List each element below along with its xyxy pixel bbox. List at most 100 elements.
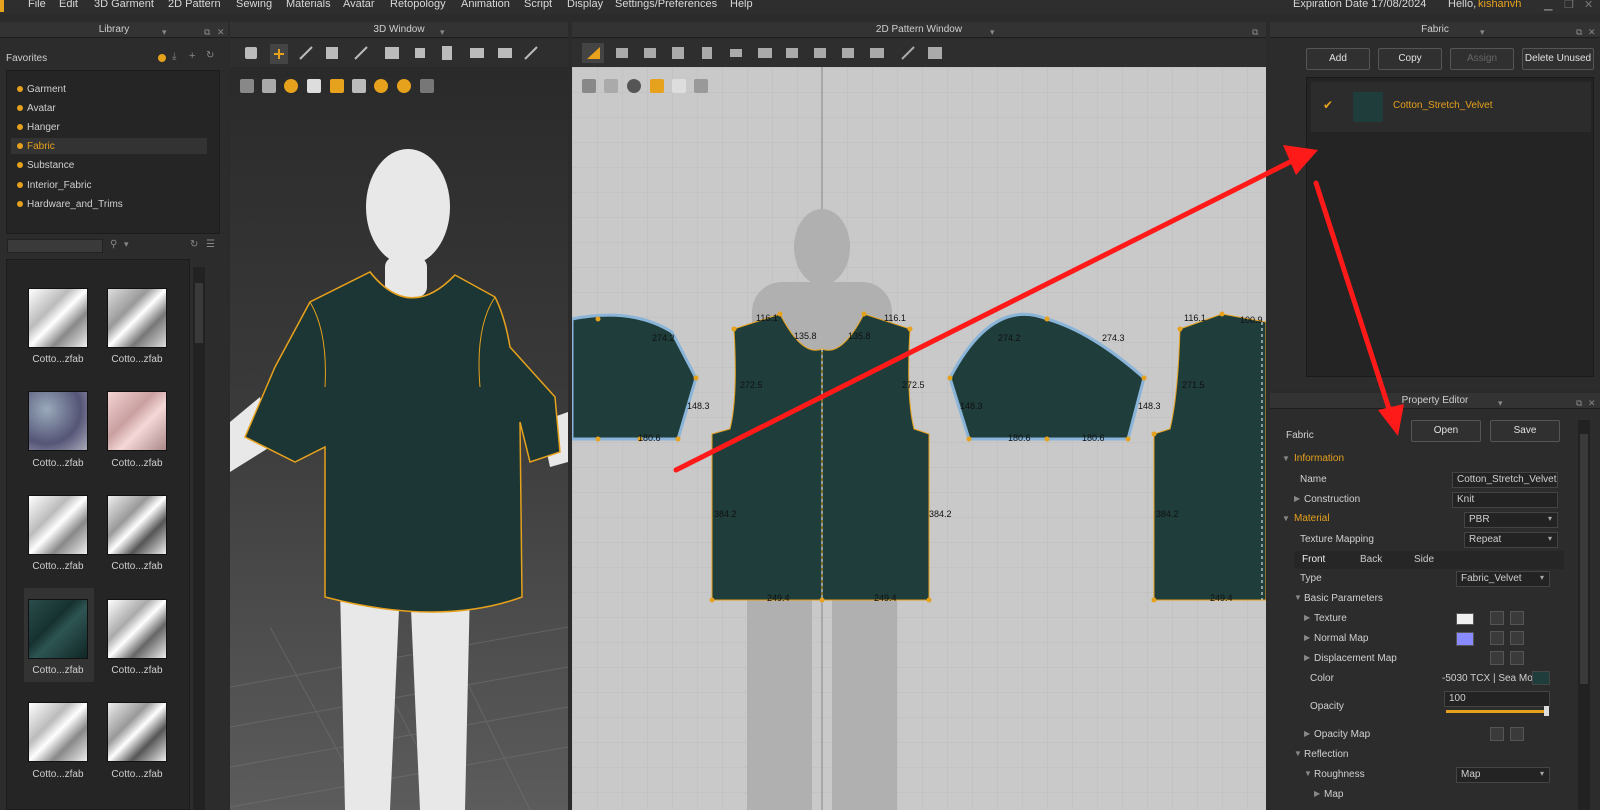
search-options-icon[interactable]: ▾ bbox=[124, 239, 129, 250]
copy-button[interactable]: Copy bbox=[1378, 48, 1442, 70]
restore-icon[interactable]: ❐ bbox=[1564, 0, 1574, 11]
menu-sewing[interactable]: Sewing bbox=[236, 0, 272, 10]
library-dropdown-icon[interactable]: ▾ bbox=[162, 24, 167, 40]
tree-item-fabric[interactable]: Fabric bbox=[17, 141, 55, 152]
expand-icon[interactable]: ▶ bbox=[1304, 613, 1310, 622]
fabric-float-icon[interactable]: ⧉ bbox=[1576, 24, 1582, 40]
tree-item-hardware[interactable]: Hardware_and_Trims bbox=[17, 199, 123, 210]
fabric-thumbnail[interactable] bbox=[28, 495, 88, 555]
texture-swatch[interactable] bbox=[1456, 613, 1474, 625]
expand-icon[interactable]: ▶ bbox=[1304, 633, 1310, 642]
fabric-list-item[interactable]: ✔ Cotton_Stretch_Velvet bbox=[1311, 82, 1591, 132]
tab-back[interactable]: Back bbox=[1360, 554, 1382, 565]
fabric-thumbnail[interactable] bbox=[28, 288, 88, 348]
color-swatch[interactable] bbox=[1532, 671, 1550, 685]
library-search-input[interactable] bbox=[7, 239, 103, 253]
fabric-thumbnail[interactable] bbox=[28, 702, 88, 762]
property-dropdown-icon[interactable]: ▾ bbox=[1498, 395, 1503, 411]
tab-side[interactable]: Side bbox=[1414, 554, 1434, 565]
scrollbar-thumb[interactable] bbox=[1580, 434, 1588, 684]
open-button[interactable]: Open bbox=[1411, 420, 1481, 442]
menu-edit[interactable]: Edit bbox=[59, 0, 78, 10]
trash-icon[interactable] bbox=[1510, 631, 1524, 645]
menu-script[interactable]: Script bbox=[524, 0, 552, 10]
tree-item-substance[interactable]: Substance bbox=[17, 160, 74, 171]
material-select[interactable]: PBR bbox=[1464, 512, 1558, 528]
name-field[interactable]: Cotton_Stretch_Velvet bbox=[1452, 472, 1558, 488]
trash-icon[interactable] bbox=[1510, 611, 1524, 625]
grid-icon[interactable] bbox=[1490, 611, 1504, 625]
menu-animation[interactable]: Animation bbox=[461, 0, 510, 10]
type-select[interactable]: Fabric_Velvet bbox=[1456, 571, 1550, 587]
reflection-label[interactable]: Reflection bbox=[1304, 749, 1348, 760]
tshirt-3d[interactable] bbox=[244, 271, 561, 613]
viewport-3d[interactable] bbox=[230, 67, 568, 810]
grid-icon[interactable] bbox=[1490, 727, 1504, 741]
save-button[interactable]: Save bbox=[1490, 420, 1560, 442]
add-button[interactable]: Add bbox=[1306, 48, 1370, 70]
fabric-thumbnail[interactable] bbox=[28, 391, 88, 451]
sync-icon[interactable]: ↻ bbox=[190, 239, 198, 250]
favorite-star-icon[interactable] bbox=[158, 54, 166, 62]
expand-icon[interactable]: ▶ bbox=[1314, 789, 1320, 798]
collapse-icon[interactable]: ▼ bbox=[1282, 514, 1290, 523]
assign-button[interactable]: Assign bbox=[1450, 48, 1514, 70]
fabric-thumbnail[interactable] bbox=[107, 288, 167, 348]
search-icon[interactable]: ⚲ bbox=[110, 239, 117, 250]
library-close-icon[interactable]: ✕ bbox=[217, 24, 225, 40]
fabric-thumbnail[interactable] bbox=[107, 702, 167, 762]
tree-item-garment[interactable]: Garment bbox=[17, 84, 66, 95]
collapse-icon[interactable]: ▼ bbox=[1294, 749, 1302, 758]
tree-item-hanger[interactable]: Hanger bbox=[17, 122, 60, 133]
download-icon[interactable]: ⤓ bbox=[172, 51, 176, 62]
expand-icon[interactable]: ▶ bbox=[1304, 653, 1310, 662]
property-float-icon[interactable]: ⧉ bbox=[1576, 395, 1582, 411]
section-information[interactable]: Information bbox=[1294, 453, 1344, 464]
tree-item-interior-fabric[interactable]: Interior_Fabric bbox=[17, 180, 91, 191]
menu-2d-pattern[interactable]: 2D Pattern bbox=[168, 0, 221, 10]
collapse-icon[interactable]: ▼ bbox=[1294, 593, 1302, 602]
expand-icon[interactable]: ▶ bbox=[1294, 494, 1300, 503]
grid-icon[interactable] bbox=[1490, 631, 1504, 645]
menu-retopology[interactable]: Retopology bbox=[390, 0, 446, 10]
menu-file[interactable]: File bbox=[28, 0, 46, 10]
close-window-icon[interactable]: ✕ bbox=[1584, 0, 1593, 11]
menu-display[interactable]: Display bbox=[567, 0, 603, 10]
refresh-icon[interactable]: ↻ bbox=[206, 50, 214, 61]
expand-icon[interactable]: ▶ bbox=[1304, 729, 1310, 738]
trash-icon[interactable] bbox=[1510, 727, 1524, 741]
property-close-icon[interactable]: ✕ bbox=[1588, 395, 1596, 411]
menu-settings[interactable]: Settings/Preferences bbox=[615, 0, 717, 10]
opacity-slider-handle[interactable] bbox=[1544, 706, 1549, 716]
menu-avatar[interactable]: Avatar bbox=[343, 0, 375, 10]
opacity-slider[interactable] bbox=[1446, 710, 1548, 713]
add-folder-icon[interactable]: + bbox=[189, 50, 195, 62]
opacity-field[interactable]: 100 bbox=[1444, 691, 1550, 707]
fabric-thumbnail[interactable] bbox=[107, 495, 167, 555]
scrollbar-thumb[interactable] bbox=[195, 283, 203, 343]
fabric-thumbnail-selected[interactable] bbox=[28, 599, 88, 659]
thumbnail-scrollbar[interactable] bbox=[193, 267, 205, 810]
pattern2d-float-icon[interactable]: ⧉ bbox=[1252, 24, 1258, 40]
menu-help[interactable]: Help bbox=[730, 0, 753, 10]
property-scrollbar[interactable] bbox=[1578, 420, 1590, 810]
pattern2d-dropdown-icon[interactable]: ▾ bbox=[990, 24, 995, 40]
viewport-quick-tools[interactable] bbox=[240, 79, 434, 93]
window3d-dropdown-icon[interactable]: ▾ bbox=[440, 24, 445, 40]
list-view-icon[interactable]: ☰ bbox=[206, 239, 215, 250]
pattern2d-canvas[interactable]: 274.2 272.5 148.3 180.6 116.1 135.8 135.… bbox=[572, 67, 1266, 810]
fabric-dropdown-icon[interactable]: ▾ bbox=[1480, 24, 1485, 40]
collapse-icon[interactable]: ▼ bbox=[1282, 454, 1290, 463]
grid-icon[interactable] bbox=[1490, 651, 1504, 665]
menu-materials[interactable]: Materials bbox=[286, 0, 331, 10]
tree-item-avatar[interactable]: Avatar bbox=[17, 103, 56, 114]
section-material[interactable]: Material bbox=[1294, 513, 1330, 524]
minimize-icon[interactable]: ▁ bbox=[1544, 0, 1552, 11]
texture-mapping-select[interactable]: Repeat bbox=[1464, 532, 1558, 548]
delete-unused-button[interactable]: Delete Unused bbox=[1522, 48, 1594, 70]
library-float-icon[interactable]: ⧉ bbox=[204, 24, 210, 40]
fabric-thumbnail[interactable] bbox=[107, 391, 167, 451]
normal-map-swatch[interactable] bbox=[1456, 632, 1474, 646]
trash-icon[interactable] bbox=[1510, 651, 1524, 665]
basic-parameters-label[interactable]: Basic Parameters bbox=[1304, 593, 1383, 604]
